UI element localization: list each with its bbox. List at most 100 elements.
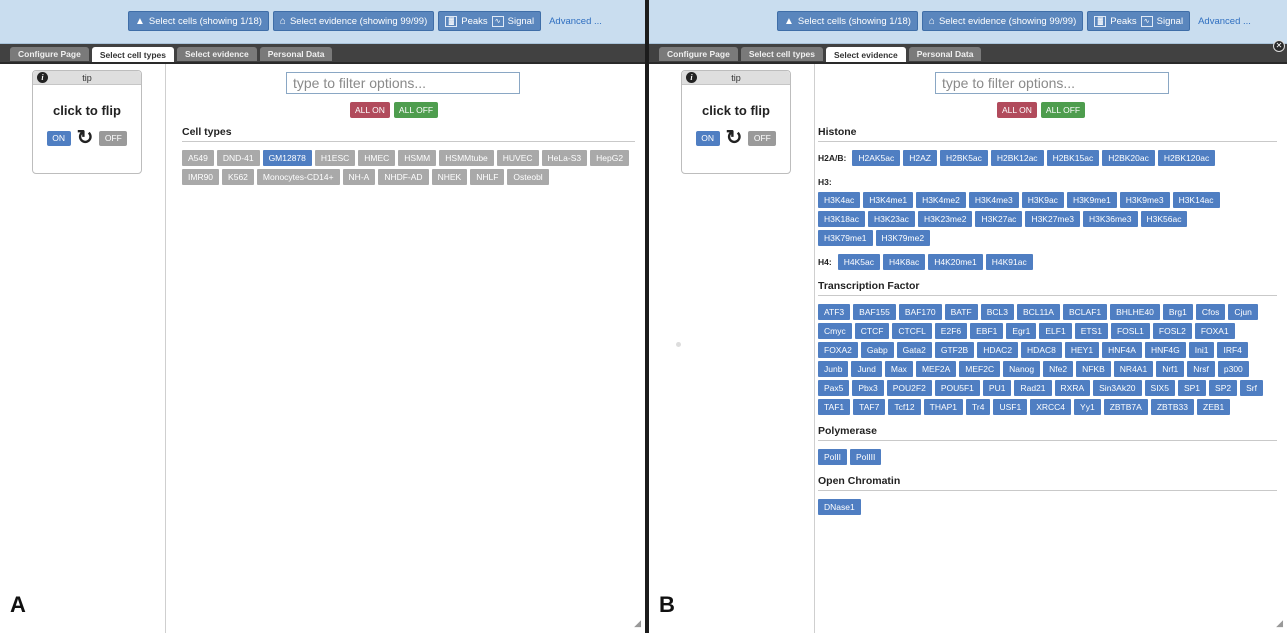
transcription-factor-chip[interactable]: FOXA1	[1194, 323, 1235, 339]
tab-configure-page[interactable]: Configure Page	[659, 47, 738, 61]
transcription-factor-chip[interactable]: SP2	[1209, 380, 1238, 396]
histone-mark-chip[interactable]: H3K79me1	[818, 230, 873, 246]
peaks-signal-toggle[interactable]: ▓ Peaks ∿ Signal	[438, 11, 542, 31]
resize-grip-icon[interactable]: ◢	[634, 618, 641, 629]
transcription-factor-chip[interactable]: Max	[884, 361, 913, 377]
transcription-factor-chip[interactable]: IRF4	[1217, 342, 1248, 358]
transcription-factor-chip[interactable]: HDAC2	[977, 342, 1019, 358]
cell-type-chip[interactable]: NHDF-AD	[378, 169, 429, 185]
transcription-factor-chip[interactable]: GTF2B	[934, 342, 975, 358]
transcription-factor-chip[interactable]: CTCF	[854, 323, 890, 339]
advanced-link[interactable]: Advanced ...	[549, 16, 602, 27]
transcription-factor-chip[interactable]: BATF	[944, 304, 978, 320]
transcription-factor-chip[interactable]: Cfos	[1195, 304, 1226, 320]
transcription-factor-chip[interactable]: MEF2C	[959, 361, 1001, 377]
transcription-factor-chip[interactable]: ZBTB7A	[1103, 399, 1148, 415]
transcription-factor-chip[interactable]: Jund	[851, 361, 882, 377]
transcription-factor-chip[interactable]: E2F6	[934, 323, 968, 339]
transcription-factor-chip[interactable]: Gata2	[896, 342, 932, 358]
polymerase-chip[interactable]: PolII	[818, 449, 848, 465]
tab-configure-page[interactable]: Configure Page	[10, 47, 89, 61]
transcription-factor-chip[interactable]: FOSL2	[1152, 323, 1192, 339]
histone-mark-chip[interactable]: H3K27me3	[1025, 211, 1080, 227]
tab-select-evidence[interactable]: Select evidence	[825, 47, 906, 62]
transcription-factor-chip[interactable]: Rad21	[1014, 380, 1052, 396]
transcription-factor-chip[interactable]: BHLHE40	[1110, 304, 1160, 320]
transcription-factor-chip[interactable]: Junb	[818, 361, 849, 377]
transcription-factor-chip[interactable]: ELF1	[1039, 323, 1072, 339]
filter-input[interactable]	[286, 72, 520, 94]
all-off-button[interactable]: ALL OFF	[393, 102, 439, 118]
cell-type-chip[interactable]: HSMM	[398, 150, 437, 166]
transcription-factor-chip[interactable]: ZBTB33	[1150, 399, 1194, 415]
transcription-factor-chip[interactable]: Ini1	[1188, 342, 1215, 358]
histone-mark-chip[interactable]: H3K4ac	[818, 192, 861, 208]
select-cells-button[interactable]: ▲ Select cells (showing 1/18)	[777, 11, 918, 31]
select-evidence-button[interactable]: ⌂ Select evidence (showing 99/99)	[921, 11, 1084, 31]
open-chromatin-chip[interactable]: DNase1	[818, 499, 861, 515]
cell-type-chip[interactable]: Osteobl	[507, 169, 549, 185]
histone-mark-chip[interactable]: H3K4me1	[863, 192, 914, 208]
cell-type-chip[interactable]: IMR90	[182, 169, 220, 185]
cell-type-chip[interactable]: H1ESC	[314, 150, 356, 166]
select-cells-button[interactable]: ▲ Select cells (showing 1/18)	[128, 11, 269, 31]
histone-mark-chip[interactable]: H3K23ac	[867, 211, 915, 227]
transcription-factor-chip[interactable]: HDAC8	[1021, 342, 1062, 358]
transcription-factor-chip[interactable]: Nanog	[1003, 361, 1041, 377]
cell-type-chip[interactable]: HUVEC	[496, 150, 539, 166]
transcription-factor-chip[interactable]: ETS1	[1074, 323, 1108, 339]
histone-mark-chip[interactable]: H3K36me3	[1082, 211, 1138, 227]
transcription-factor-chip[interactable]: MEF2A	[915, 361, 957, 377]
cell-type-chip[interactable]: NHLF	[470, 169, 505, 185]
transcription-factor-chip[interactable]: SP1	[1177, 380, 1207, 396]
cell-type-chip[interactable]: NHEK	[431, 169, 468, 185]
transcription-factor-chip[interactable]: TAF7	[853, 399, 886, 415]
on-button[interactable]: ON	[695, 130, 720, 146]
tip-card[interactable]: i tip click to flip ON ↻ OFF	[32, 70, 142, 174]
transcription-factor-chip[interactable]: Nfe2	[1043, 361, 1074, 377]
histone-mark-chip[interactable]: H3K9me3	[1119, 192, 1170, 208]
transcription-factor-chip[interactable]: TAF1	[818, 399, 851, 415]
all-on-button[interactable]: ALL ON	[997, 102, 1037, 118]
histone-mark-chip[interactable]: H2AK5ac	[852, 150, 901, 166]
histone-mark-chip[interactable]: H3K23me2	[917, 211, 973, 227]
histone-mark-chip[interactable]: H3K14ac	[1172, 192, 1220, 208]
polymerase-chip[interactable]: PolIII	[850, 449, 882, 465]
histone-mark-chip[interactable]: H3K4me2	[916, 192, 966, 208]
transcription-factor-chip[interactable]: XRCC4	[1030, 399, 1072, 415]
histone-mark-chip[interactable]: H4K8ac	[882, 254, 926, 270]
histone-mark-chip[interactable]: H2BK120ac	[1157, 150, 1216, 166]
transcription-factor-chip[interactable]: FOSL1	[1110, 323, 1150, 339]
cell-type-chip[interactable]: HepG2	[590, 150, 630, 166]
histone-mark-chip[interactable]: H4K20me1	[928, 254, 983, 270]
transcription-factor-chip[interactable]: THAP1	[923, 399, 964, 415]
signal-label[interactable]: Signal	[1157, 16, 1183, 27]
off-button[interactable]: OFF	[748, 130, 777, 146]
cell-type-chip[interactable]: GM12878	[262, 150, 312, 166]
histone-mark-chip[interactable]: H2BK12ac	[990, 150, 1044, 166]
transcription-factor-chip[interactable]: Pbx3	[852, 380, 884, 396]
close-icon[interactable]: ✕	[1273, 40, 1285, 52]
transcription-factor-chip[interactable]: p300	[1217, 361, 1249, 377]
histone-mark-chip[interactable]: H3K4me3	[968, 192, 1019, 208]
transcription-factor-chip[interactable]: HNF4A	[1102, 342, 1142, 358]
cell-type-chip[interactable]: Monocytes-CD14+	[256, 169, 340, 185]
transcription-factor-chip[interactable]: Cmyc	[818, 323, 852, 339]
transcription-factor-chip[interactable]: Nrf1	[1156, 361, 1185, 377]
all-on-button[interactable]: ALL ON	[350, 102, 390, 118]
transcription-factor-chip[interactable]: Sin3Ak20	[1093, 380, 1142, 396]
cell-type-chip[interactable]: DND-41	[216, 150, 260, 166]
transcription-factor-chip[interactable]: Tr4	[966, 399, 991, 415]
histone-mark-chip[interactable]: H2BK15ac	[1046, 150, 1100, 166]
select-evidence-button[interactable]: ⌂ Select evidence (showing 99/99)	[272, 11, 435, 31]
histone-mark-chip[interactable]: H3K9me1	[1066, 192, 1117, 208]
transcription-factor-chip[interactable]: NR4A1	[1113, 361, 1154, 377]
transcription-factor-chip[interactable]: Srf	[1240, 380, 1263, 396]
transcription-factor-chip[interactable]: FOXA2	[818, 342, 858, 358]
tip-card[interactable]: i tip click to flip ON ↻ OFF	[681, 70, 791, 174]
histone-mark-chip[interactable]: H3K27ac	[975, 211, 1023, 227]
all-off-button[interactable]: ALL OFF	[1040, 102, 1086, 118]
transcription-factor-chip[interactable]: NFKB	[1076, 361, 1111, 377]
transcription-factor-chip[interactable]: Yy1	[1074, 399, 1101, 415]
transcription-factor-chip[interactable]: ATF3	[818, 304, 851, 320]
